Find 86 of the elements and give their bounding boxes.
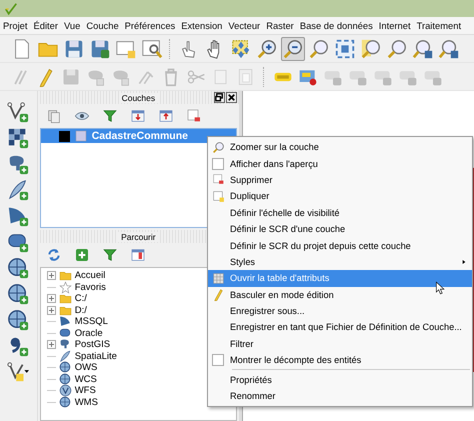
layer-symbol-icon <box>74 130 87 142</box>
menu-item[interactable]: Définir le SCR d'une couche <box>208 220 472 238</box>
menu-item[interactable]: Traitement <box>414 20 464 31</box>
browser-item[interactable]: PostGIS <box>74 339 110 350</box>
expand-icon[interactable] <box>46 271 56 280</box>
menu-item[interactable]: Basculer en mode édition <box>208 286 472 303</box>
add-vector-icon[interactable] <box>7 101 30 123</box>
panel-title: Parcourir <box>118 232 159 242</box>
magnifier-icon <box>308 38 330 60</box>
zoom-previous-icon <box>438 38 460 60</box>
browser-item[interactable]: WCS <box>74 374 97 385</box>
expand-all-icon[interactable] <box>130 108 146 124</box>
filter-icon[interactable] <box>102 247 118 263</box>
globe-icon <box>58 384 72 398</box>
folder-icon <box>58 269 72 282</box>
float-button-icon[interactable] <box>214 92 226 103</box>
zoom-in-icon <box>256 38 278 60</box>
browser-item[interactable]: WFS <box>74 385 96 396</box>
collapse-icon[interactable] <box>130 247 146 263</box>
copy-layer-icon[interactable] <box>46 108 62 124</box>
menu-item[interactable]: Supprimer <box>208 172 472 188</box>
menu-item[interactable]: Définir l'échelle de visibilité <box>208 204 472 221</box>
add-raster-icon[interactable] <box>7 127 30 149</box>
app-logo-icon <box>4 2 18 16</box>
browser-item[interactable]: Oracle <box>74 328 103 339</box>
expand-icon[interactable] <box>46 306 56 315</box>
menu-item[interactable]: Vue <box>61 20 84 31</box>
new-layer-icon[interactable] <box>7 361 30 383</box>
remove-layer-icon <box>212 173 224 186</box>
add-icon[interactable] <box>74 247 90 263</box>
remove-layer-icon[interactable] <box>186 108 202 124</box>
expand-icon[interactable] <box>46 294 56 304</box>
star-icon <box>58 280 72 294</box>
menu-item[interactable]: Base de données <box>296 20 376 31</box>
menu-item[interactable]: Éditer <box>30 20 61 31</box>
menu-item[interactable]: Couche <box>83 20 122 31</box>
pencil-icon <box>212 288 224 302</box>
menu-item[interactable]: Préférences <box>122 20 178 31</box>
expand-icon[interactable] <box>46 340 56 350</box>
menu-item[interactable]: Filtrer <box>208 336 472 352</box>
menu-item[interactable]: Enregistrer en tant que Fichier de Définition de Couche... <box>208 319 472 336</box>
layout-search-icon <box>141 38 163 60</box>
zoom-out-icon <box>282 38 304 60</box>
browser-item[interactable]: OWS <box>74 362 98 374</box>
table-icon <box>212 272 224 285</box>
layer-name: CadastreCommune <box>92 130 188 142</box>
menu-item[interactable]: Styles <box>208 254 472 270</box>
layer-row[interactable]: CadastreCommune <box>40 129 236 143</box>
browser-item[interactable]: Favoris <box>74 282 106 293</box>
menu-item[interactable]: Raster <box>263 20 297 31</box>
menu-item[interactable]: Extension <box>178 20 226 31</box>
zoom-selection-icon <box>360 38 382 60</box>
panel-title: Couches <box>118 92 158 102</box>
checkbox[interactable] <box>212 354 224 366</box>
magnifier-icon <box>386 38 408 60</box>
browser-item[interactable]: Accueil <box>74 270 106 282</box>
menu-item[interactable]: Renommer <box>208 388 472 404</box>
menu-item[interactable]: Dupliquer <box>208 188 472 205</box>
submenu-arrow-icon <box>460 258 468 266</box>
zoom-previous-icon <box>412 38 434 60</box>
menu-item[interactable]: Montrer le décompte des entités <box>208 352 472 368</box>
browser-item[interactable]: WMS <box>74 396 98 408</box>
menu-item[interactable]: Ouvrir la table d'attributs <box>208 270 472 287</box>
zoom-full-icon <box>334 38 356 60</box>
duplicate-icon <box>212 190 224 203</box>
menu-item[interactable]: Internet <box>376 20 414 31</box>
checkbox[interactable] <box>212 158 224 170</box>
zoom-layer-icon <box>212 140 224 154</box>
folder-icon <box>58 292 72 306</box>
menu-item[interactable]: Afficher dans l'aperçu <box>208 155 472 172</box>
browser-item[interactable]: D:/ <box>74 304 87 316</box>
collapse-all-icon[interactable] <box>158 108 174 124</box>
menu-item[interactable]: Vecteur <box>225 20 264 31</box>
close-icon[interactable] <box>226 92 238 103</box>
refresh-icon[interactable] <box>46 247 62 263</box>
browser-item[interactable]: MSSQL <box>74 316 108 328</box>
browser-item[interactable]: C:/ <box>74 293 87 304</box>
menu-item[interactable]: Définir le SCR du projet depuis cette couche <box>208 237 472 254</box>
menu-item[interactable]: Propriétés <box>208 371 472 388</box>
menu-item[interactable]: Projet <box>0 20 30 31</box>
menu-item[interactable]: Enregistrer sous... <box>208 302 472 320</box>
filter-icon[interactable] <box>102 108 118 124</box>
layer-checkbox[interactable] <box>58 130 70 142</box>
toolbar-button[interactable] <box>281 36 305 60</box>
browser-item[interactable]: SpatiaLite <box>74 350 117 362</box>
pan-to-selection-icon <box>230 38 252 60</box>
